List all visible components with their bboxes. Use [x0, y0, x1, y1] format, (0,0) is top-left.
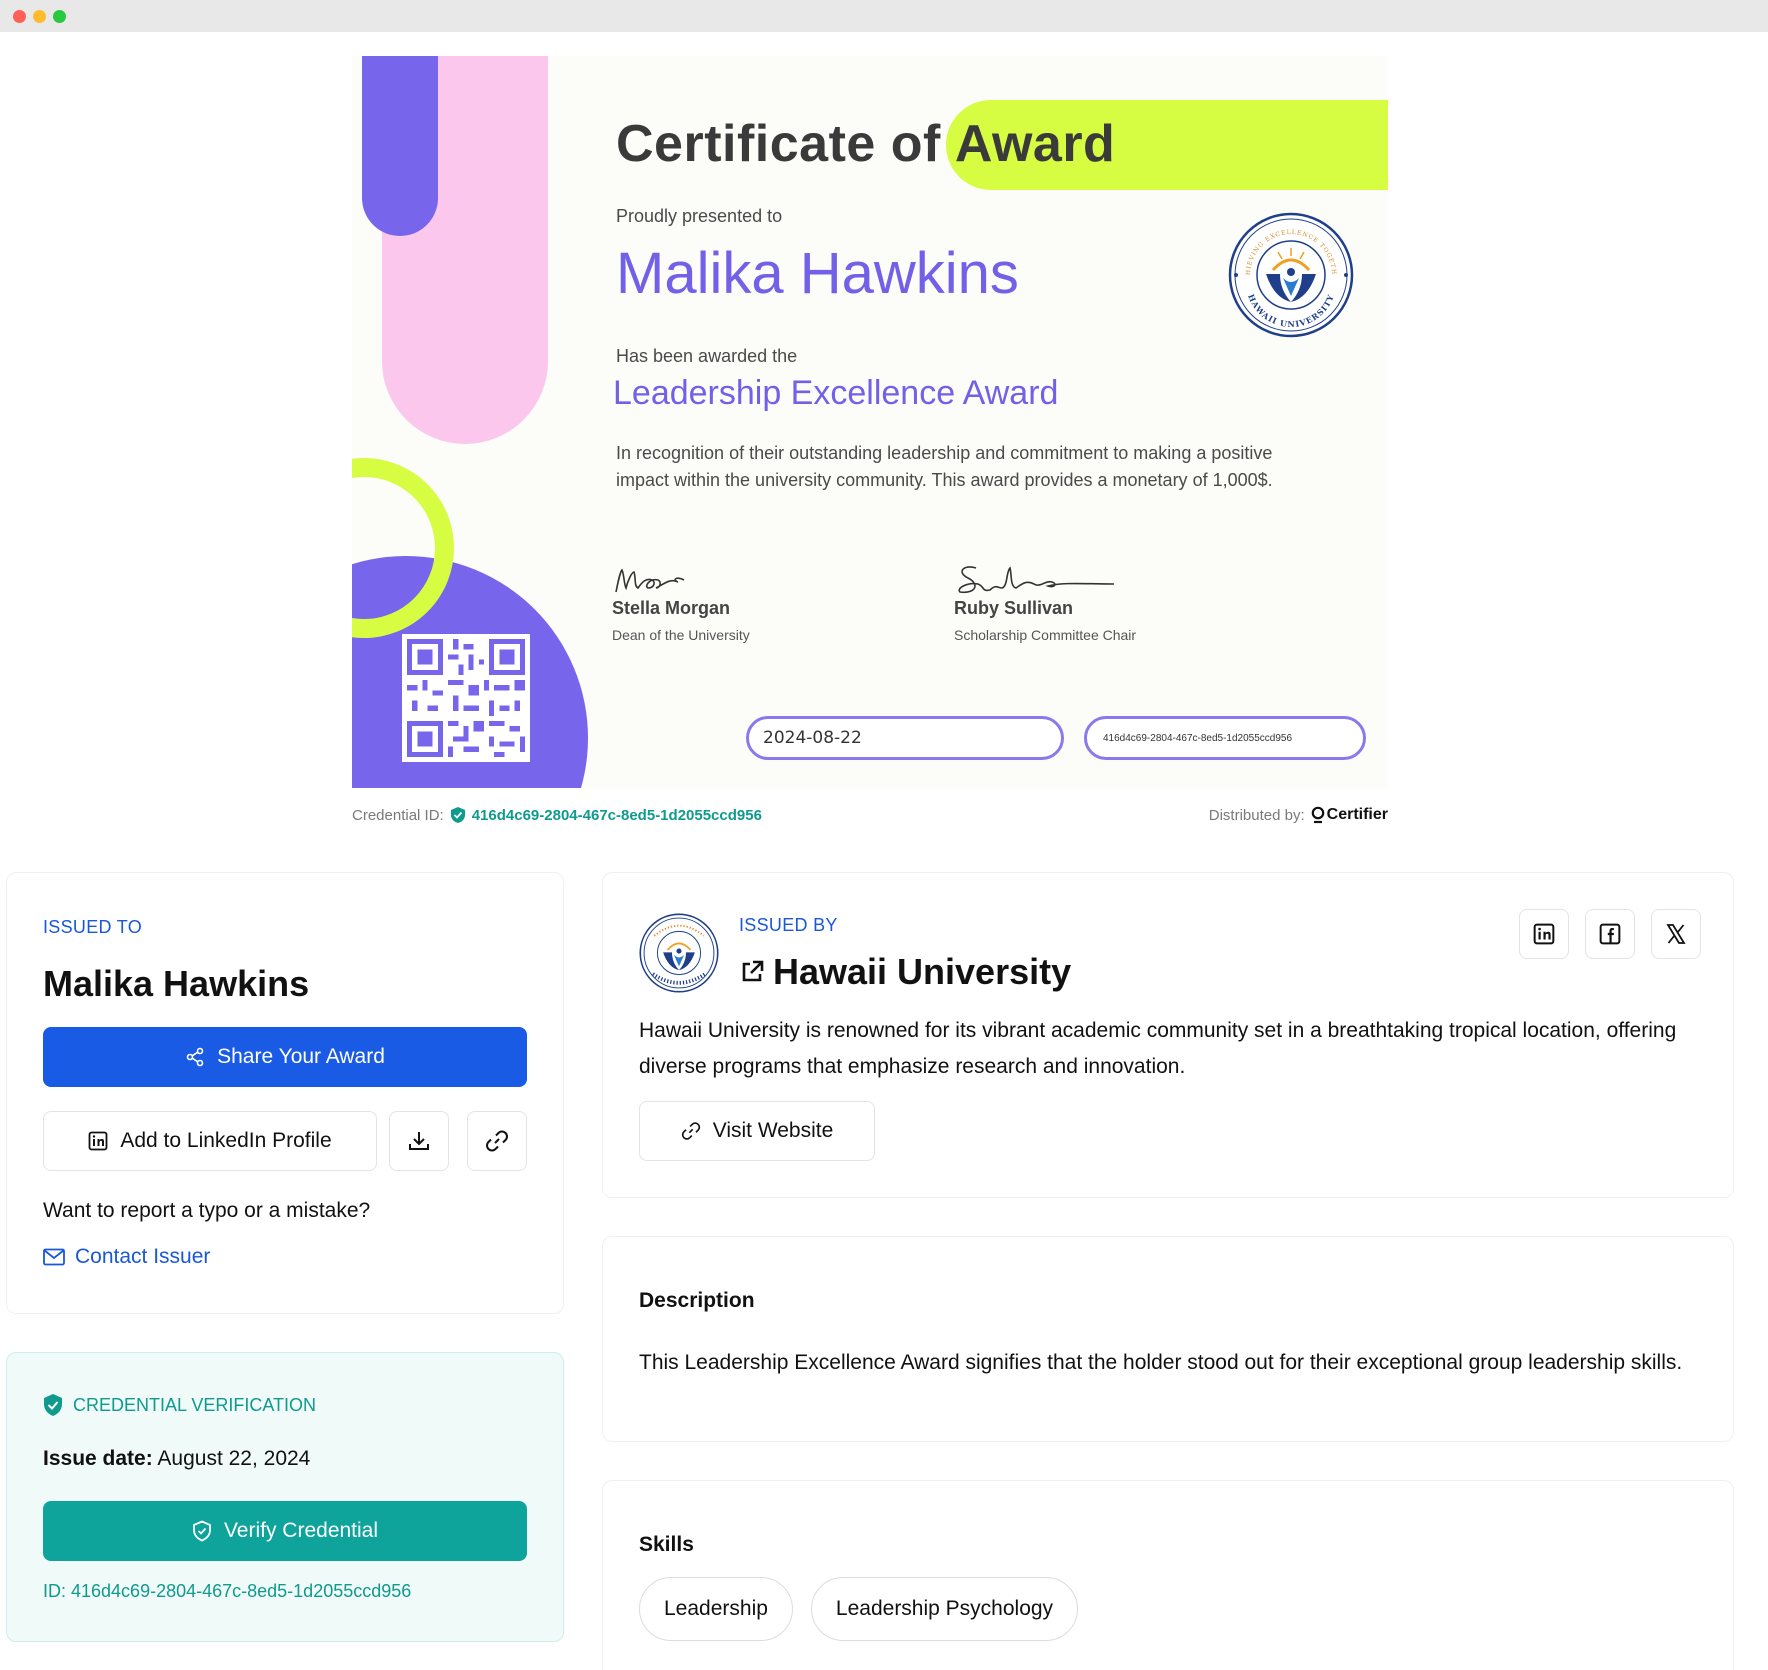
issuer-name: Hawaii University — [773, 951, 1072, 992]
recognition-text: In recognition of their outstanding lead… — [616, 443, 1273, 490]
issue-date-value: August 22, 2024 — [157, 1447, 311, 1470]
decor-purple-pill — [362, 56, 438, 236]
mail-icon — [43, 1248, 65, 1266]
presented-label: Proudly presented to — [616, 206, 783, 226]
share-x-button[interactable] — [1651, 909, 1701, 959]
credential-id-line: Credential ID: 416d4c69-2804-467c-8ed5-1… — [352, 806, 762, 824]
verify-credential-button[interactable]: Verify Credential — [43, 1501, 527, 1561]
window-titlebar — [0, 0, 1768, 32]
share-facebook-button[interactable] — [1585, 909, 1635, 959]
signatory-1-role: Dean of the University — [612, 627, 750, 643]
signature-block-2: Ruby Sullivan Scholarship Committee Chai… — [954, 562, 1136, 643]
issue-date-label: Issue date: — [43, 1447, 153, 1470]
copy-link-button[interactable] — [467, 1111, 527, 1171]
issued-by-card: ISSUED BY Hawaii University Hawaii Unive… — [602, 872, 1734, 1198]
certificate-award-name: Leadership Excellence Award — [613, 374, 1059, 412]
verification-id[interactable]: ID: 416d4c69-2804-467c-8ed5-1d2055ccd956 — [43, 1581, 411, 1602]
awarded-label: Has been awarded the — [616, 346, 798, 366]
university-seal-icon: ACHIEVING EXCELLENCE TOGETHER HAWAII UNI… — [1228, 212, 1354, 338]
description-text: This Leadership Excellence Award signifi… — [639, 1351, 1683, 1374]
download-icon — [409, 1132, 429, 1150]
description-title: Description — [639, 1289, 755, 1312]
skills-title: Skills — [639, 1533, 694, 1556]
skills-list: Leadership Leadership Psychology — [639, 1577, 1079, 1641]
contact-issuer-label: Contact Issuer — [75, 1245, 211, 1268]
signature-block-1: Stella Morgan Dean of the University — [612, 562, 750, 643]
external-link-icon — [742, 960, 764, 982]
certificate-title-part2: Award — [954, 115, 1116, 173]
certificate-id-field: 416d4c69-2804-467c-8ed5-1d2055ccd956 — [1084, 716, 1366, 760]
issuer-description: Hawaii University is renowned for its vi… — [639, 1019, 1677, 1078]
download-button[interactable] — [389, 1111, 449, 1171]
signature-image — [958, 566, 1114, 594]
link-icon — [486, 1130, 508, 1152]
signatory-2-role: Scholarship Committee Chair — [954, 627, 1137, 643]
recipient-name: Malika Hawkins — [43, 963, 310, 1004]
linkedin-icon — [88, 1131, 108, 1151]
shield-check-icon — [44, 1394, 62, 1416]
credential-id-value[interactable]: 416d4c69-2804-467c-8ed5-1d2055ccd956 — [472, 807, 762, 824]
credential-id-label: Credential ID: — [352, 806, 444, 824]
distributed-by: Distributed by: Certifier — [1209, 806, 1388, 824]
skill-chip[interactable]: Leadership Psychology — [810, 1577, 1079, 1641]
add-to-linkedin-button[interactable]: Add to LinkedIn Profile — [43, 1111, 377, 1171]
signatory-1-name: Stella Morgan — [612, 598, 731, 618]
certificate-date-field: 2024-08-22 — [746, 716, 1064, 760]
share-linkedin-button[interactable] — [1519, 909, 1569, 959]
certificate-footer: Credential ID: 416d4c69-2804-467c-8ed5-1… — [352, 806, 1388, 830]
certifier-brand-name: Certifier — [1326, 806, 1388, 823]
report-typo-text: Want to report a typo or a mistake? — [43, 1199, 371, 1222]
link-icon — [681, 1122, 700, 1140]
signatory-2-name: Ruby Sullivan — [954, 598, 1074, 618]
close-window-button[interactable] — [13, 10, 26, 23]
certificate-title-part1: Certificate of — [616, 115, 941, 173]
certificate-preview: Certificate of Award Proudly presented to… — [352, 56, 1388, 788]
skill-chip[interactable]: Leadership — [639, 1577, 793, 1641]
issue-date: Issue date: August 22, 2024 — [43, 1447, 310, 1471]
skills-card: Skills Leadership Leadership Psychology — [602, 1480, 1734, 1670]
certificate-title: Certificate of Award — [616, 114, 1115, 174]
distributed-label: Distributed by: — [1208, 806, 1305, 824]
contact-issuer-link[interactable]: Contact Issuer — [43, 1245, 210, 1269]
share-award-button[interactable]: Share Your Award — [43, 1027, 527, 1087]
x-icon — [1666, 924, 1686, 944]
issued-to-card: ISSUED TO Malika Hawkins Share Your Awar… — [6, 872, 564, 1314]
visit-website-button[interactable]: Visit Website — [639, 1101, 875, 1161]
university-logo-icon — [639, 913, 719, 993]
shield-check-icon — [450, 807, 465, 823]
certifier-logo-icon — [1311, 806, 1324, 824]
linkedin-icon — [1533, 923, 1555, 945]
signature-image — [615, 568, 685, 593]
issued-by-label: ISSUED BY — [739, 915, 838, 935]
facebook-icon — [1599, 923, 1621, 945]
issued-to-label: ISSUED TO — [43, 917, 143, 937]
description-card: Description This Leadership Excellence A… — [602, 1236, 1734, 1442]
credential-verification-card: CREDENTIAL VERIFICATION Issue date: Augu… — [6, 1352, 564, 1642]
certificate-recipient-name: Malika Hawkins — [616, 241, 1019, 306]
share-icon — [186, 1047, 204, 1067]
certifier-brand[interactable]: Certifier — [1311, 806, 1388, 824]
issuer-name-link[interactable]: Hawaii University — [739, 951, 1071, 993]
credential-verification-header: CREDENTIAL VERIFICATION — [43, 1393, 316, 1417]
shield-check-icon — [193, 1520, 211, 1542]
maximize-window-button[interactable] — [53, 10, 66, 23]
credential-verification-label: CREDENTIAL VERIFICATION — [73, 1394, 317, 1415]
add-to-linkedin-label: Add to LinkedIn Profile — [120, 1129, 332, 1152]
minimize-window-button[interactable] — [33, 10, 46, 23]
verify-credential-label: Verify Credential — [223, 1519, 379, 1542]
share-award-label: Share Your Award — [217, 1045, 385, 1068]
qr-code — [402, 634, 530, 762]
visit-website-label: Visit Website — [712, 1119, 834, 1142]
